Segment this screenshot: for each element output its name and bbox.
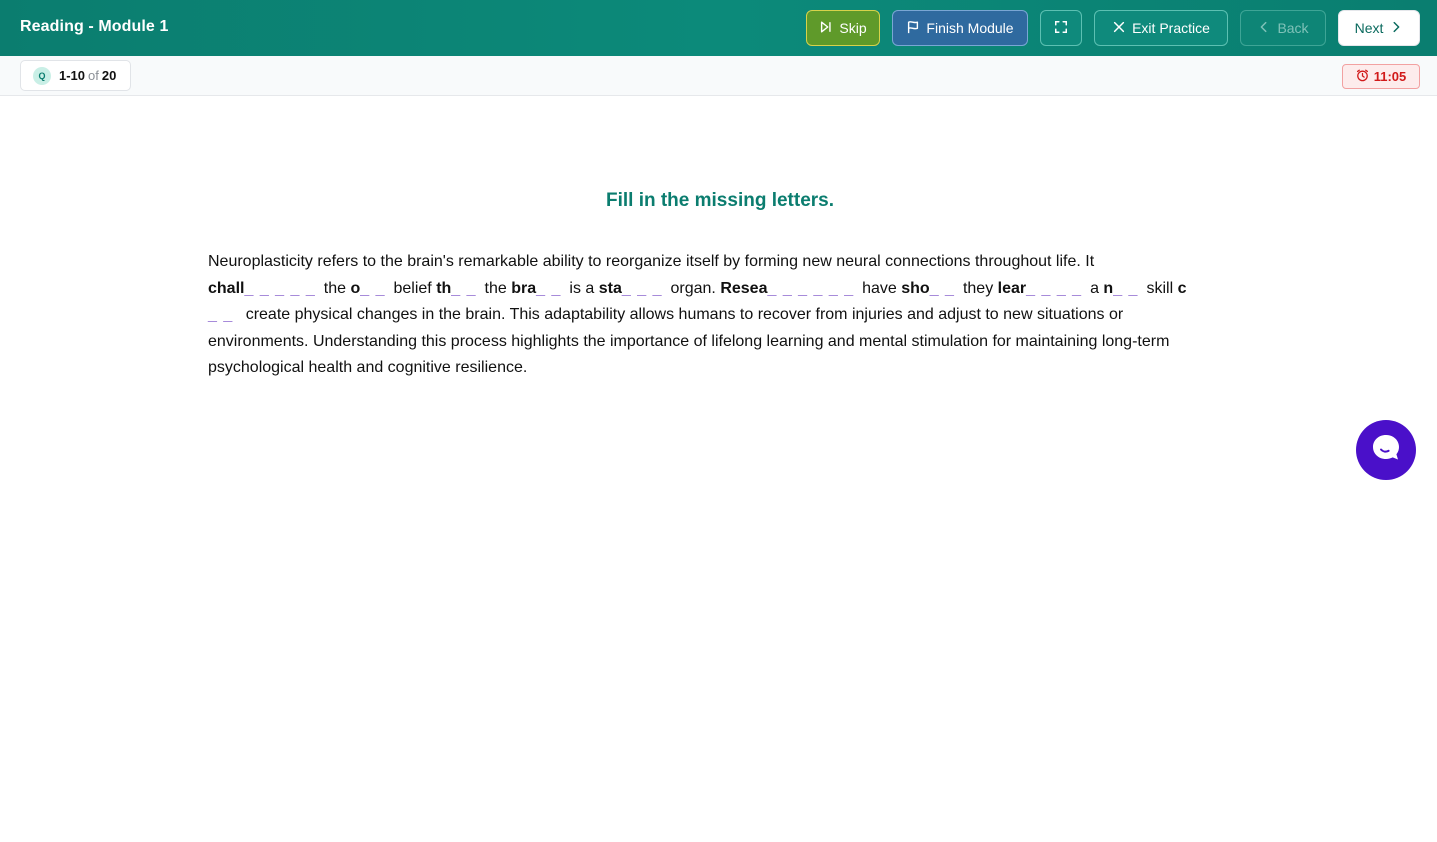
question-icon: Q <box>33 66 51 85</box>
passage-intro: Neuroplasticity refers to the brain's re… <box>208 253 1095 270</box>
passage-outro: create physical changes in the brain. Th… <box>208 306 1170 376</box>
letter-blank-input[interactable]: _ _ _ _ _ _ <box>767 276 854 303</box>
fullscreen-icon <box>1054 20 1068 37</box>
back-label: Back <box>1277 20 1309 36</box>
passage-text: is a <box>569 279 595 297</box>
clock-icon <box>1356 69 1369 85</box>
letter-blank-input[interactable]: _ _ _ <box>622 276 663 303</box>
letter-blank-input[interactable]: _ _ _ _ <box>1026 276 1082 303</box>
exit-practice-label: Exit Practice <box>1132 20 1210 36</box>
question-instruction: Fill in the missing letters. <box>605 190 835 211</box>
exit-practice-button[interactable]: Exit Practice <box>1094 10 1228 46</box>
chat-support-button[interactable] <box>1356 420 1416 480</box>
chat-bubble-icon <box>1369 431 1403 470</box>
question-range-badge[interactable]: Q 1-10 of 20 <box>20 60 131 91</box>
reading-passage: Neuroplasticity refers to the brain's re… <box>208 249 1208 382</box>
question-status-bar: Q 1-10 of 20 11:05 <box>0 56 1437 96</box>
passage-text: skill <box>1146 279 1174 297</box>
letter-blank-input[interactable]: _ _ <box>536 276 561 303</box>
passage-text: a <box>1090 279 1099 297</box>
word-prefix: sta <box>598 279 622 297</box>
question-total: 20 <box>101 68 117 83</box>
word-prefix: sho <box>901 279 930 297</box>
letter-blank-input[interactable]: _ _ <box>360 276 385 303</box>
module-title: Reading - Module 1 <box>20 18 169 35</box>
flag-icon <box>906 20 920 37</box>
top-bar: Reading - Module 1 Skip Finish Module Ex… <box>0 0 1437 56</box>
finish-module-label: Finish Module <box>926 20 1014 36</box>
skip-button[interactable]: Skip <box>806 10 880 46</box>
skip-label: Skip <box>839 20 867 36</box>
passage-text: organ. <box>670 279 716 297</box>
question-range: 1-10 <box>59 68 86 83</box>
word-prefix: c <box>1177 279 1187 297</box>
fullscreen-button[interactable] <box>1040 10 1082 46</box>
skip-forward-icon <box>819 20 833 37</box>
next-button[interactable]: Next <box>1338 10 1420 46</box>
word-prefix: lear <box>997 279 1027 297</box>
passage-text: the <box>323 279 346 297</box>
word-prefix: Resea <box>720 279 768 297</box>
letter-blank-input[interactable]: _ _ _ _ _ <box>244 276 315 303</box>
back-button[interactable]: Back <box>1240 10 1326 46</box>
letter-blank-input[interactable]: _ _ <box>1113 276 1138 303</box>
word-prefix: th <box>436 279 452 297</box>
word-prefix: chall <box>208 279 245 297</box>
letter-blank-input[interactable]: _ _ <box>208 302 233 329</box>
question-of: of <box>88 68 99 83</box>
countdown-timer: 11:05 <box>1342 64 1420 89</box>
timer-value: 11:05 <box>1373 69 1407 84</box>
chevron-right-icon <box>1389 20 1403 37</box>
close-icon <box>1112 20 1126 37</box>
word-prefix: n <box>1103 279 1114 297</box>
word-prefix: bra <box>511 279 537 297</box>
letter-blank-input[interactable]: _ _ <box>451 276 476 303</box>
chevron-left-icon <box>1257 20 1271 37</box>
passage-text: belief <box>393 279 432 297</box>
passage-text: the <box>484 279 507 297</box>
finish-module-button[interactable]: Finish Module <box>892 10 1028 46</box>
next-label: Next <box>1354 20 1384 36</box>
passage-text: they <box>962 279 994 297</box>
word-prefix: o <box>350 279 361 297</box>
passage-text: have <box>862 279 897 297</box>
letter-blank-input[interactable]: _ _ <box>930 276 955 303</box>
